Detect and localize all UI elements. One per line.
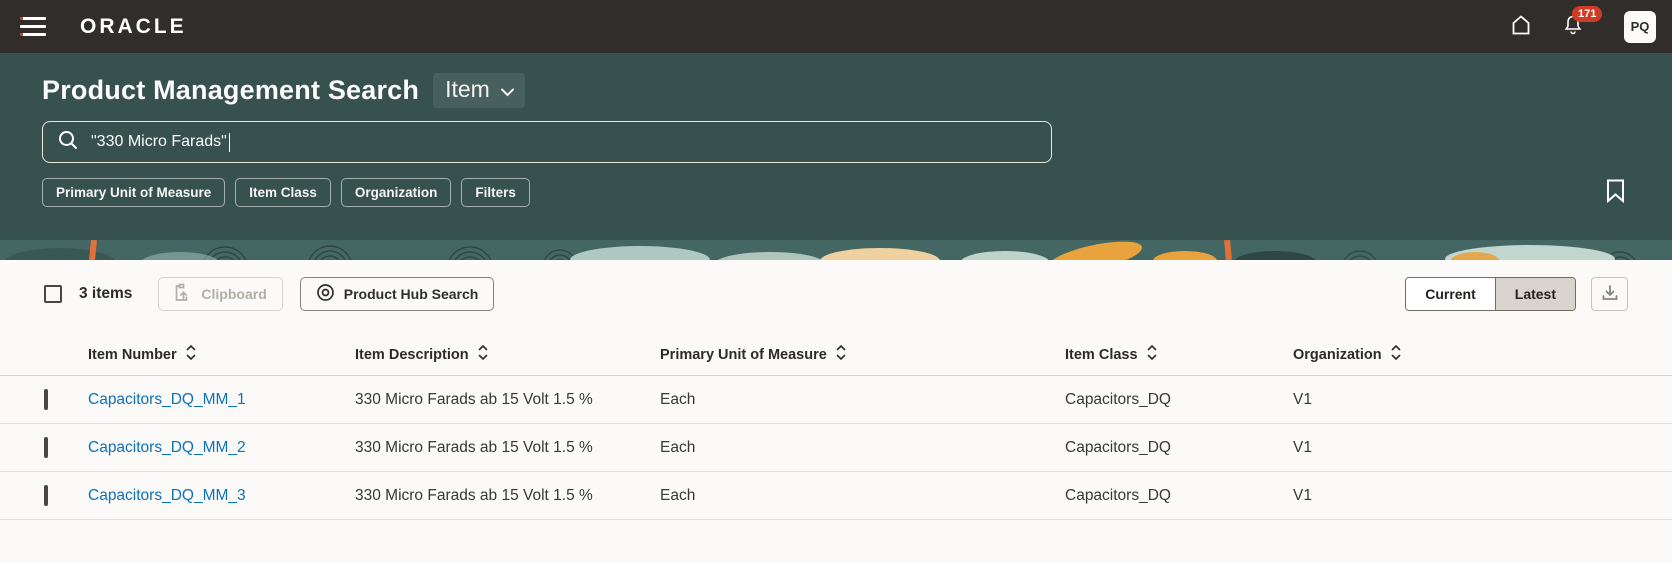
download-button[interactable] [1591,277,1628,311]
decorative-pattern [0,240,1672,260]
global-top-bar: ORACLE 171 PQ [0,0,1672,53]
sort-icon [1147,344,1157,365]
clipboard-button-label: Clipboard [201,286,266,302]
chip-filters[interactable]: Filters [461,178,530,207]
table-row: Capacitors_DQ_MM_2 330 Micro Farads ab 1… [0,424,1672,472]
uom-cell: Each [660,439,1065,457]
column-header-label: Item Class [1065,347,1138,363]
scope-select-value: Item [445,76,490,103]
column-header-label: Item Number [88,347,177,363]
item-class-cell: Capacitors_DQ [1065,439,1293,457]
item-class-cell: Capacitors_DQ [1065,391,1293,409]
bookmark-icon [1606,179,1625,206]
item-number-link[interactable]: Capacitors_DQ_MM_2 [88,439,246,456]
item-number-link[interactable]: Capacitors_DQ_MM_1 [88,391,246,408]
results-toolbar: 3 items Clipboard Product Hub Search [44,276,1628,312]
column-header-item-class[interactable]: Item Class [1065,344,1293,365]
filter-chips-row: Primary Unit of Measure Item Class Organ… [42,177,1630,207]
text-cursor [229,133,231,152]
column-header-primary-unit-of-measure[interactable]: Primary Unit of Measure [660,344,1065,365]
search-icon [57,129,79,156]
table-row: Capacitors_DQ_MM_3 330 Micro Farads ab 1… [0,472,1672,520]
sort-icon [186,344,196,365]
column-header-label: Organization [1293,347,1382,363]
home-button[interactable] [1506,12,1536,42]
row-checkbox[interactable] [44,485,48,506]
row-checkbox[interactable] [44,389,48,410]
chevron-down-icon [500,76,515,103]
uom-cell: Each [660,487,1065,505]
organization-cell: V1 [1293,391,1628,409]
product-hub-search-button[interactable]: Product Hub Search [300,277,495,311]
toggle-latest[interactable]: Latest [1495,278,1575,310]
uom-cell: Each [660,391,1065,409]
column-header-label: Item Description [355,347,469,363]
column-header-item-number[interactable]: Item Number [88,344,355,365]
home-icon [1509,13,1533,40]
chip-primary-unit-of-measure[interactable]: Primary Unit of Measure [42,178,225,207]
column-header-label: Primary Unit of Measure [660,347,827,363]
clipboard-icon [174,283,192,305]
page-title: Product Management Search [42,75,419,106]
items-count: 3 items [79,285,132,303]
item-number-link[interactable]: Capacitors_DQ_MM_3 [88,487,246,504]
sort-icon [478,344,488,365]
results-area: 3 items Clipboard Product Hub Search [0,260,1672,520]
hamburger-bar [20,17,46,20]
search-scope-select[interactable]: Item [433,73,525,108]
row-checkbox[interactable] [44,437,48,458]
chip-item-class[interactable]: Item Class [235,178,331,207]
item-description-cell: 330 Micro Farads ab 15 Volt 1.5 % [355,487,660,505]
toolbar-right: Current Latest [1405,277,1628,311]
organization-cell: V1 [1293,439,1628,457]
version-toggle: Current Latest [1405,277,1576,311]
sort-icon [1391,344,1401,365]
table-header-row: Item Number Item Description Primary Uni… [0,334,1672,376]
hamburger-menu-icon[interactable] [16,7,56,47]
table-row: Capacitors_DQ_MM_1 330 Micro Farads ab 1… [0,376,1672,424]
organization-cell: V1 [1293,487,1628,505]
hamburger-bar [20,33,46,36]
chip-organization[interactable]: Organization [341,178,452,207]
download-icon [1601,284,1619,305]
notifications-button[interactable]: 171 [1558,12,1588,42]
item-class-cell: Capacitors_DQ [1065,487,1293,505]
clipboard-button[interactable]: Clipboard [158,277,282,311]
topbar-actions: 171 PQ [1506,11,1656,43]
product-hub-button-label: Product Hub Search [344,286,479,302]
hamburger-bar [20,25,46,28]
hero-title-row: Product Management Search Item [42,73,1630,108]
search-hero: Product Management Search Item "330 Micr… [0,53,1672,240]
avatar[interactable]: PQ [1624,11,1656,43]
bookmark-button[interactable] [1600,177,1630,207]
column-header-item-description[interactable]: Item Description [355,344,660,365]
oracle-logo: ORACLE [80,15,187,39]
toggle-current[interactable]: Current [1406,278,1495,310]
item-description-cell: 330 Micro Farads ab 15 Volt 1.5 % [355,391,660,409]
search-input-value: "330 Micro Farads" [91,133,227,151]
sort-icon [836,344,846,365]
item-description-cell: 330 Micro Farads ab 15 Volt 1.5 % [355,439,660,457]
product-hub-icon [316,283,335,305]
select-all-checkbox[interactable] [44,285,62,303]
notification-badge: 171 [1572,6,1602,22]
results-table: Item Number Item Description Primary Uni… [0,334,1672,520]
column-header-organization[interactable]: Organization [1293,344,1628,365]
search-input[interactable]: "330 Micro Farads" [42,121,1052,163]
